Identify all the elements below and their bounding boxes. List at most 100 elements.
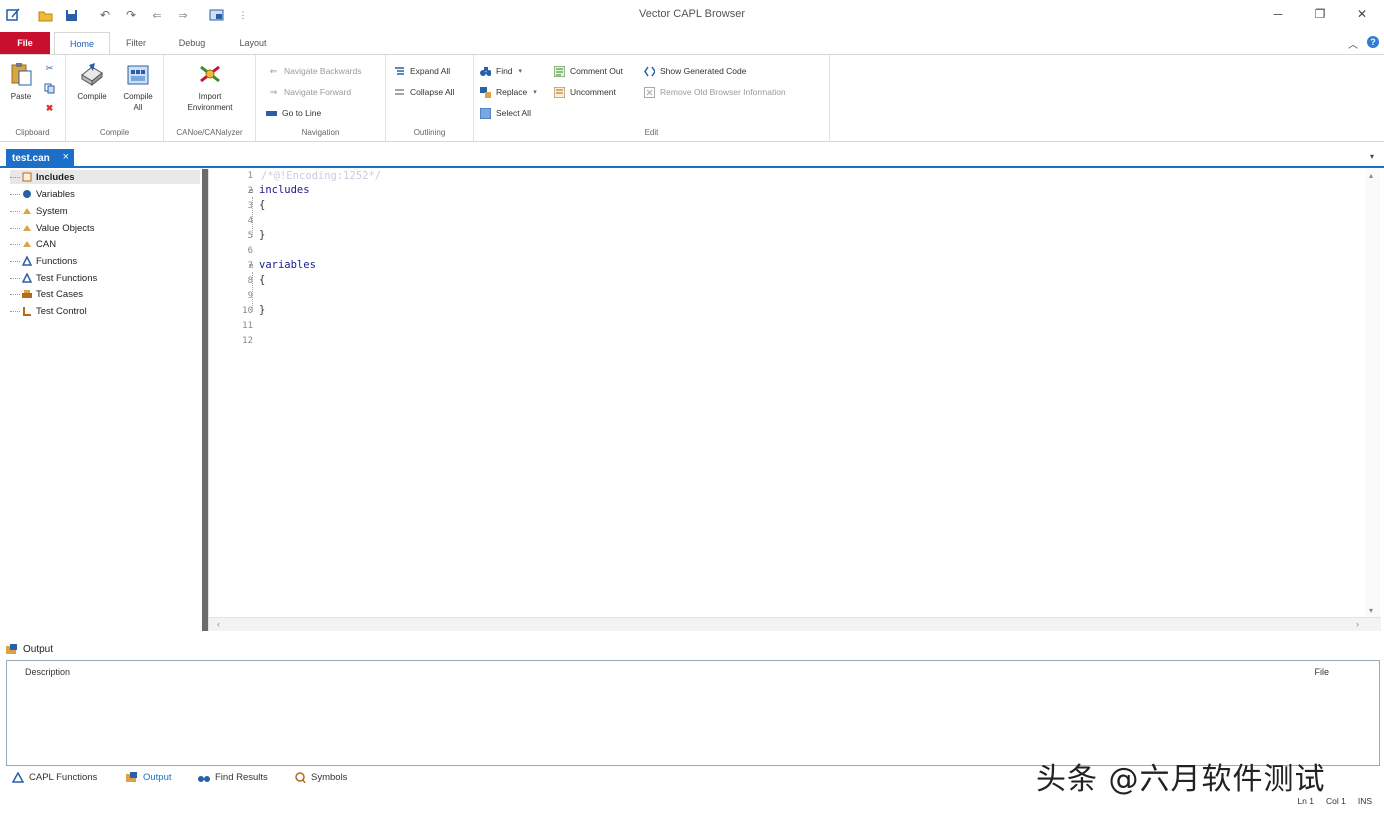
compile-button[interactable]: Compile <box>72 61 112 102</box>
test-control-icon <box>23 307 31 316</box>
uncomment-label: Uncomment <box>570 87 616 97</box>
variables-keyword: variables <box>259 259 316 271</box>
tree-item-test-control[interactable]: Test Control <box>10 304 200 318</box>
close-brace: } <box>259 229 266 241</box>
tree-item-label: Test Functions <box>36 272 98 284</box>
tree-item-test-functions[interactable]: Test Functions <box>10 271 200 285</box>
horizontal-scrollbar[interactable]: ‹ › <box>209 617 1381 631</box>
close-tab-icon[interactable]: × <box>63 151 69 163</box>
line-number: 11 <box>242 321 253 331</box>
arrow-left-icon: ⇐ <box>269 65 278 76</box>
collapse-all-button[interactable]: Collapse All <box>394 84 454 100</box>
tab-find-results[interactable]: Find Results <box>198 768 268 786</box>
navigate-backwards-button[interactable]: ⇐ Navigate Backwards <box>268 63 362 79</box>
compile-all-label: Compile All <box>123 92 153 112</box>
tab-debug[interactable]: Debug <box>168 32 216 54</box>
status-insert-mode: INS <box>1357 796 1372 806</box>
line-number-gutter: 1 2 3 4 5 6 7 8 9 10 11 12 <box>209 169 257 617</box>
tree-item-variables[interactable]: Variables <box>10 187 200 201</box>
scroll-right-icon[interactable]: › <box>1356 619 1359 629</box>
tab-label: Find Results <box>215 771 268 783</box>
tree-item-label: Test Cases <box>36 288 83 300</box>
tree-item-label: Variables <box>36 188 75 200</box>
tab-label: CAPL Functions <box>29 771 98 783</box>
compile-icon <box>81 63 103 87</box>
tab-layout[interactable]: Layout <box>228 32 278 54</box>
fold-toggle-icon[interactable]: ⊟ <box>249 262 253 270</box>
compile-all-button[interactable]: Compile All <box>116 61 160 113</box>
can-icon <box>23 241 31 247</box>
uncomment-button[interactable]: Uncomment <box>554 84 616 100</box>
replace-button[interactable]: Replace ▾ <box>480 84 537 100</box>
value-objects-icon <box>23 225 31 231</box>
ribbon: Paste ✂ ✖ Clipboard Compile Compile All … <box>0 54 1384 142</box>
bottom-tab-bar: CAPL Functions Output Find Results Symbo… <box>8 768 608 786</box>
scroll-left-icon[interactable]: ‹ <box>217 619 220 629</box>
tab-symbols[interactable]: Symbols <box>294 768 347 786</box>
tab-label: Output <box>143 771 172 783</box>
show-generated-code-button[interactable]: Show Generated Code <box>644 63 746 79</box>
scroll-down-icon[interactable]: ▾ <box>1369 606 1373 615</box>
restore-button[interactable]: ❐ <box>1306 4 1334 24</box>
find-label: Find <box>496 66 513 76</box>
tab-filter[interactable]: Filter <box>116 32 156 54</box>
tab-output[interactable]: Output <box>126 768 172 786</box>
remove-old-browser-info-button[interactable]: Remove Old Browser Information <box>644 84 786 100</box>
output-pane-header: Output <box>6 640 1382 658</box>
import-environment-button[interactable]: Import Environment <box>174 61 246 113</box>
select-all-button[interactable]: Select All <box>480 105 531 121</box>
navigate-forward-button[interactable]: ⇒ Navigate Forward <box>268 84 351 100</box>
document-tab[interactable]: test.can × <box>6 149 74 167</box>
close-window-button[interactable]: ✕ <box>1348 4 1376 24</box>
column-header-file[interactable]: File <box>1314 667 1329 677</box>
ribbon-tab-bar: File Home Filter Debug Layout ︿ ? <box>0 32 1384 55</box>
canoe-group-label: CANoe/CANalyzer <box>176 128 243 137</box>
watermark: 头条 @六月软件测试 <box>1036 762 1326 797</box>
tab-file[interactable]: File <box>0 32 50 54</box>
tab-capl-functions[interactable]: CAPL Functions <box>12 768 97 786</box>
delete-icon[interactable]: ✖ <box>44 103 55 114</box>
output-list[interactable]: Description File <box>6 660 1380 766</box>
expand-all-button[interactable]: Expand All <box>394 63 450 79</box>
help-icon[interactable]: ? <box>1367 36 1379 48</box>
tab-home[interactable]: Home <box>54 32 110 55</box>
minimize-button[interactable]: ─ <box>1264 4 1292 24</box>
replace-dropdown-icon[interactable]: ▾ <box>533 88 537 96</box>
tab-list-dropdown-icon[interactable]: ▾ <box>1370 152 1374 161</box>
status-line: Ln 1 <box>1297 796 1314 806</box>
fold-toggle-icon[interactable]: ⊟ <box>249 187 253 195</box>
encoding-comment: /*@!Encoding:1252*/ <box>261 170 382 182</box>
paste-icon <box>11 63 32 86</box>
status-bar: Ln 1 Col 1 INS <box>1297 796 1372 806</box>
cut-icon[interactable]: ✂ <box>44 63 55 74</box>
open-brace: { <box>259 274 266 286</box>
comment-out-icon <box>554 65 565 77</box>
column-header-description[interactable]: Description <box>25 667 70 677</box>
tree-item-can[interactable]: CAN <box>10 237 200 251</box>
remove-old-browser-info-label: Remove Old Browser Information <box>660 87 786 97</box>
ribbon-collapse-icon[interactable]: ︿ <box>1348 36 1358 51</box>
replace-label: Replace <box>496 87 528 97</box>
vertical-scrollbar[interactable]: ▴ ▾ <box>1366 169 1380 617</box>
comment-out-button[interactable]: Comment Out <box>554 63 623 79</box>
copy-icon[interactable] <box>44 83 55 94</box>
tree-item-includes[interactable]: Includes <box>10 170 200 184</box>
go-to-line-button[interactable]: Go to Line <box>266 105 321 121</box>
tree-item-system[interactable]: System <box>10 204 200 218</box>
edit-group-label: Edit <box>644 128 659 137</box>
line-number: 12 <box>242 336 253 346</box>
find-dropdown-icon[interactable]: ▾ <box>519 67 523 75</box>
find-button[interactable]: Find ▾ <box>480 63 522 79</box>
navigate-backwards-label: Navigate Backwards <box>284 66 362 76</box>
line-number: 6 <box>247 246 253 256</box>
compile-all-icon <box>127 65 149 85</box>
tree-item-label: Includes <box>36 171 75 183</box>
code-editor[interactable]: 1 2 3 4 5 6 7 8 9 10 11 12 ⊟ ⊟ /*@!Encod… <box>208 169 1381 631</box>
paste-button[interactable]: Paste <box>6 61 36 102</box>
scroll-up-icon[interactable]: ▴ <box>1369 171 1373 180</box>
tree-item-value-objects[interactable]: Value Objects <box>10 221 200 235</box>
tree-item-functions[interactable]: Functions <box>10 254 200 268</box>
includes-icon <box>22 172 32 182</box>
tree-item-label: System <box>36 205 68 217</box>
tree-item-test-cases[interactable]: Test Cases <box>10 287 200 301</box>
